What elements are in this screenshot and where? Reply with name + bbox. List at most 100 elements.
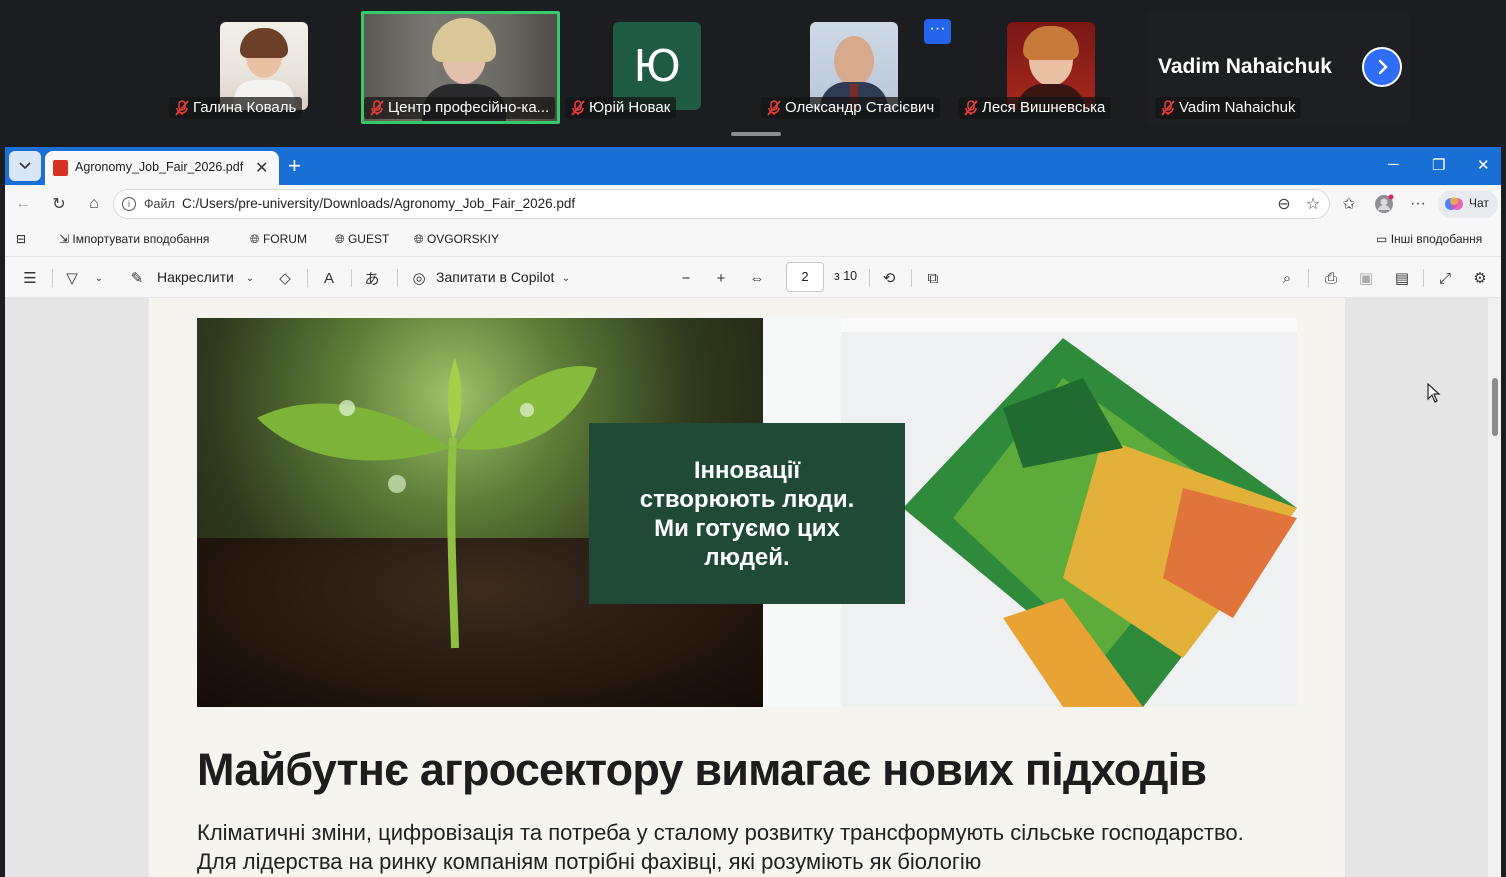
bookmark-label: GUEST	[347, 232, 390, 246]
import-icon: ⇲	[59, 232, 70, 246]
favorites-bar: ⊟ ⇲ Імпортувати вподобання 🌐︎ FORUM 🌐︎ G…	[5, 224, 1501, 256]
more-menu-icon[interactable]: ···	[1408, 194, 1428, 214]
mouse-cursor-icon	[1427, 383, 1441, 403]
mic-muted-icon	[964, 100, 978, 116]
copilot-icon[interactable]: ◎	[409, 268, 429, 288]
home-icon[interactable]: ⌂	[84, 194, 104, 214]
bookmark-guest[interactable]: 🌐︎ GUEST	[335, 232, 389, 247]
gear-icon[interactable]: ⚙	[1470, 268, 1490, 288]
participant-name: Юрій Новак	[589, 99, 671, 116]
globe-icon: 🌐︎	[335, 232, 345, 246]
globe-icon: 🌐︎	[414, 232, 424, 246]
page-headline: Майбутнє агросектору вимагає нових підхо…	[197, 744, 1207, 795]
mic-muted-icon	[571, 100, 585, 116]
favorites-icon[interactable]: ✩	[1339, 194, 1359, 214]
ask-copilot-button[interactable]: Запитати в Copilot	[436, 269, 554, 285]
bookmark-import[interactable]: ⇲ Імпортувати вподобання	[59, 232, 209, 246]
more-options-icon: ···	[929, 20, 946, 37]
mic-muted-icon	[175, 100, 189, 116]
chat-label: Чат	[1469, 196, 1489, 210]
text-size-icon[interactable]: A	[319, 268, 339, 288]
hero-quote: Інновації створюють люди. Ми готуємо цих…	[639, 456, 855, 571]
page-view-icon[interactable]: ⧉	[923, 268, 943, 288]
mic-muted-icon	[370, 100, 384, 116]
chevron-down-icon[interactable]: ⌄	[240, 268, 260, 288]
participant-name-tag: Центр професійно-ка...	[364, 97, 556, 119]
zoom-in-button[interactable]: +	[711, 268, 731, 288]
reading-list-icon[interactable]: ⊟	[16, 232, 26, 246]
tab-actions-button[interactable]	[9, 151, 41, 181]
globe-icon: 🌐︎	[250, 232, 260, 246]
bookmark-label: Імпортувати вподобання	[72, 232, 210, 246]
contents-icon[interactable]: ☰	[20, 268, 40, 288]
refresh-icon[interactable]: ↻	[49, 194, 69, 214]
folder-icon: ▭	[1376, 232, 1388, 246]
vertical-scrollbar[interactable]	[1488, 298, 1501, 877]
close-tab-icon[interactable]: ✕	[255, 158, 268, 178]
browser-window: Agronomy_Job_Fair_2026.pdf ✕ + ─ ❐ ✕ ← ↻…	[5, 147, 1501, 877]
favorite-star-icon[interactable]: ☆	[1303, 194, 1323, 214]
participant-name-tag: Олександр Стасієвич	[761, 97, 941, 119]
participant-display-name: Vadim Nahaichuk	[1158, 55, 1332, 78]
page-number-input[interactable]: 2	[786, 262, 824, 292]
more-options-button[interactable]: ···	[924, 19, 951, 44]
new-tab-button[interactable]: +	[288, 153, 301, 179]
fit-width-icon[interactable]: ⇔	[747, 268, 767, 288]
participant-name: Центр професійно-ка...	[388, 99, 550, 116]
copilot-icon	[1445, 197, 1463, 210]
scrollbar-thumb[interactable]	[1492, 378, 1498, 436]
address-bar-row: ← ↻ ⌂ i Файл C:/Users/pre-university/Dow…	[5, 185, 1501, 224]
eraser-icon[interactable]: ◇	[275, 268, 295, 288]
page-total: з 10	[834, 269, 858, 283]
chevron-down-icon	[19, 162, 31, 170]
chevron-right-icon	[1378, 59, 1388, 75]
restore-icon[interactable]: ❐	[1432, 156, 1445, 174]
next-participants-button[interactable]	[1362, 47, 1402, 87]
pdf-toolbar: ☰ ▽ ⌄ ✎ Накреслити ⌄ ◇ A あ ◎ Запитати в …	[5, 256, 1501, 298]
highlight-icon[interactable]: ▽	[62, 268, 82, 288]
rotate-icon[interactable]: ⟲	[879, 268, 899, 288]
pdf-page: Інновації створюють люди. Ми готуємо цих…	[149, 298, 1345, 877]
info-icon[interactable]: i	[122, 197, 136, 211]
pdf-file-icon	[53, 160, 68, 176]
zoom-out-icon[interactable]: ⊖	[1274, 194, 1294, 214]
copilot-chat-button[interactable]: Чат	[1438, 190, 1498, 218]
translate-icon[interactable]: あ	[362, 268, 382, 288]
url-text: C:/Users/pre-university/Downloads/Agrono…	[182, 196, 576, 211]
save-icon[interactable]: ▣	[1356, 268, 1376, 288]
participant-name-tag: Галина Коваль	[169, 97, 303, 119]
close-window-icon[interactable]: ✕	[1477, 156, 1490, 174]
participant-name: Галина Коваль	[193, 99, 297, 116]
save-as-icon[interactable]: ▤	[1392, 268, 1412, 288]
bookmark-ovgorskiy[interactable]: 🌐︎ OVGORSKIY	[414, 232, 499, 247]
zoom-out-button[interactable]: −	[676, 268, 696, 288]
draw-label[interactable]: Накреслити	[157, 269, 234, 285]
tab-title: Agronomy_Job_Fair_2026.pdf	[75, 160, 244, 174]
participant-strip: Галина Коваль Центр професійно-ка... Ю Ю…	[0, 0, 1506, 146]
strip-resize-handle[interactable]	[731, 132, 781, 136]
bookmark-label: Інші вподобання	[1390, 232, 1483, 246]
participant-name: Леся Вишневська	[982, 99, 1106, 116]
back-arrow-icon[interactable]: ←	[13, 194, 33, 214]
minimize-icon[interactable]: ─	[1388, 156, 1399, 173]
print-icon[interactable]: ⎙	[1321, 268, 1341, 288]
bookmark-forum[interactable]: 🌐︎ FORUM	[250, 232, 307, 247]
pdf-viewer[interactable]: Інновації створюють люди. Ми готуємо цих…	[5, 298, 1501, 877]
fullscreen-icon[interactable]: ⤢	[1435, 268, 1455, 288]
participant-name-tag: Vadim Nahaichuk	[1155, 97, 1302, 119]
tab-pdf[interactable]: Agronomy_Job_Fair_2026.pdf ✕	[45, 151, 279, 185]
address-input[interactable]: i Файл C:/Users/pre-university/Downloads…	[113, 189, 1330, 219]
mic-muted-icon	[1161, 100, 1175, 116]
url-scheme-label: Файл	[144, 197, 175, 211]
profile-avatar-icon[interactable]	[1374, 194, 1394, 214]
participant-name: Vadim Nahaichuk	[1179, 99, 1296, 116]
mic-muted-icon	[767, 100, 781, 116]
participant-name-tag: Юрій Новак	[565, 97, 677, 119]
other-favorites[interactable]: ▭ Інші вподобання	[1376, 232, 1482, 246]
search-icon[interactable]: ⌕	[1277, 268, 1297, 288]
draw-icon[interactable]: ✎	[127, 268, 147, 288]
chevron-down-icon[interactable]: ⌄	[556, 268, 576, 288]
bookmark-label: FORUM	[262, 232, 307, 246]
participant-name-tag: Леся Вишневська	[958, 97, 1112, 119]
chevron-down-icon[interactable]: ⌄	[89, 268, 109, 288]
